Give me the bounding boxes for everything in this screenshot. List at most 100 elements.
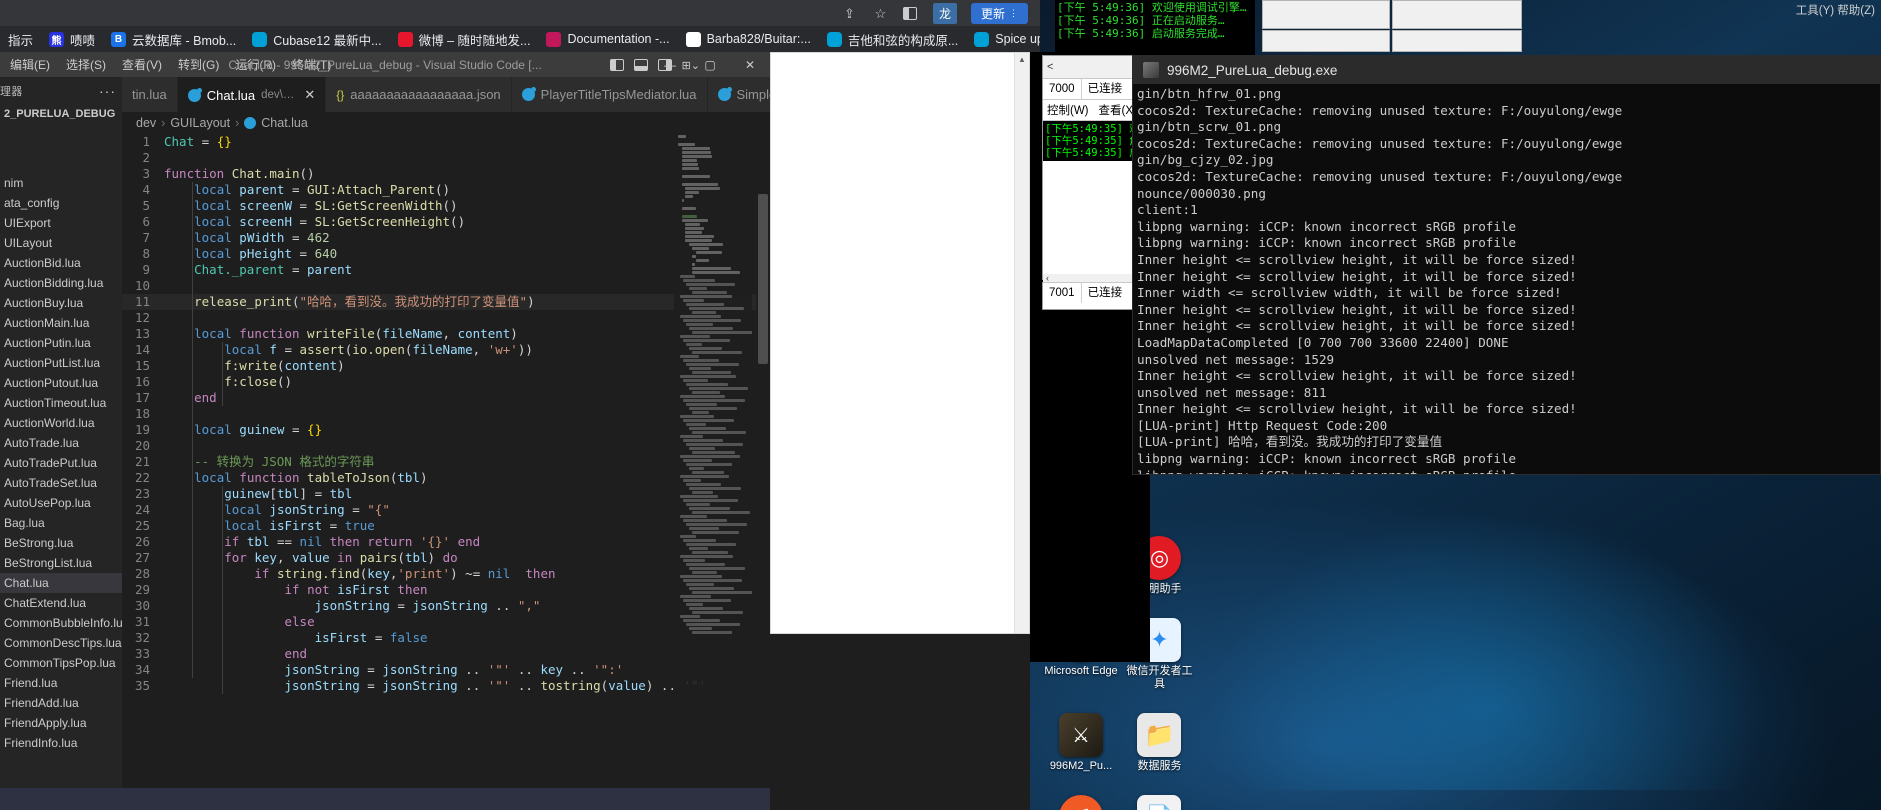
editor-tab[interactable]: Chat.lua dev\… ✕ — [177, 77, 327, 112]
explorer-file-item[interactable]: BeStrongList.lua — [0, 553, 122, 573]
editor-scrollbar[interactable] — [756, 134, 770, 810]
breadcrumb-item[interactable]: GUILayout — [170, 116, 230, 130]
explorer-file-item[interactable]: AutoTrade.lua — [0, 433, 122, 453]
code-line[interactable]: 17 end — [122, 390, 770, 406]
editor-tab[interactable]: {} aaaaaaaaaaaaaaaaa.json — [326, 77, 512, 112]
window-menu-tools-help[interactable]: 工具(Y) 帮助(Z) — [1796, 2, 1875, 18]
blank-app-window[interactable]: ▲ — [770, 52, 1030, 634]
explorer-file-item[interactable]: Friend.lua — [0, 673, 122, 693]
tab-port-7001[interactable]: 7001 — [1043, 283, 1082, 303]
code-line[interactable]: 33 end — [122, 646, 770, 662]
breadcrumb-item[interactable]: dev — [136, 116, 156, 130]
menu-item[interactable]: 选择(S) — [58, 53, 114, 76]
code-line[interactable]: 31 else — [122, 614, 770, 630]
explorer-file-item[interactable]: FriendInfo.lua — [0, 733, 122, 753]
exe-console-window[interactable]: 996M2_PureLua_debug.exe gin/btn_hfrw_01.… — [1132, 55, 1881, 475]
explorer-more-actions-icon[interactable]: ··· — [99, 83, 116, 99]
code-line[interactable]: 2 — [122, 150, 770, 166]
breadcrumb-item[interactable]: Chat.lua — [261, 116, 308, 130]
explorer-file-item[interactable]: CommonDescTips.lua — [0, 633, 122, 653]
editor-scroll-thumb[interactable] — [758, 194, 768, 364]
code-line[interactable]: 9 Chat._parent = parent — [122, 262, 770, 278]
explorer-file-item[interactable]: Bag.lua — [0, 513, 122, 533]
code-line[interactable]: 5 local screenW = SL:GetScreenWidth() — [122, 198, 770, 214]
code-line[interactable]: 19 local guinew = {} — [122, 422, 770, 438]
explorer-file-item[interactable]: ChatExtend.lua — [0, 593, 122, 613]
menu-item[interactable]: 运行(R) — [227, 53, 284, 76]
code-line[interactable]: 29 if not isFirst then — [122, 582, 770, 598]
code-line[interactable]: 26 if tbl == nil then return '{}' end — [122, 534, 770, 550]
desktop-icon-ximalaya[interactable]: 听 喜马拉雅听书 — [1044, 795, 1118, 810]
code-line[interactable]: 20 — [122, 438, 770, 454]
explorer-file-item[interactable]: Chat.lua — [0, 573, 122, 593]
minimize-button[interactable]: — — [650, 52, 690, 77]
star-icon[interactable]: ☆ — [872, 5, 889, 22]
code-line[interactable]: 30 jsonString = jsonString .. "," — [122, 598, 770, 614]
code-line[interactable]: 32 isFirst = false — [122, 630, 770, 646]
explorer-file-item[interactable]: AuctionWorld.lua — [0, 413, 122, 433]
share-icon[interactable]: ⇪ — [841, 5, 858, 22]
code-line[interactable]: 1 Chat = {} — [122, 134, 770, 150]
desktop-icon-data-service[interactable]: 📁 数据服务 — [1122, 713, 1196, 773]
bookmark-item[interactable]: 微博 – 随时随地发... — [390, 26, 539, 52]
scroll-up-arrow-icon[interactable]: ▲ — [1017, 55, 1027, 65]
bookmark-item[interactable]: Cubase12 最新中... — [244, 26, 389, 52]
explorer-file-item[interactable]: AuctionPutList.lua — [0, 353, 122, 373]
code-line[interactable]: 16 f:close() — [122, 374, 770, 390]
dragon-extension-button[interactable]: 龙 — [932, 2, 957, 24]
code-line[interactable]: 24 local jsonString = "{" — [122, 502, 770, 518]
code-line[interactable]: 25 local isFirst = true — [122, 518, 770, 534]
menu-item[interactable]: 转到(G) — [170, 53, 227, 76]
explorer-file-item[interactable]: AuctionPutout.lua — [0, 373, 122, 393]
editor-tab[interactable]: tin.lua — [122, 77, 178, 112]
close-button[interactable]: ✕ — [730, 52, 770, 77]
bookmark-item[interactable]: 吉他和弦的构成原... — [819, 26, 966, 52]
toggle-panel-icon[interactable] — [633, 58, 648, 71]
explorer-file-item[interactable]: AuctionPutin.lua — [0, 333, 122, 353]
code-line[interactable]: 3 function Chat.main() — [122, 166, 770, 182]
code-line[interactable]: 35 jsonString = jsonString .. '"' .. tos… — [122, 678, 770, 694]
explorer-file-item[interactable]: AuctionBid.lua — [0, 253, 122, 273]
code-line[interactable]: 7 local pWidth = 462 — [122, 230, 770, 246]
bookmark-item[interactable]: 指示 — [0, 26, 41, 52]
menu-item[interactable]: 编辑(E) — [2, 53, 58, 76]
explorer-file-item[interactable]: AuctionBuy.lua — [0, 293, 122, 313]
explorer-file-item[interactable]: AuctionTimeout.lua — [0, 393, 122, 413]
menu-item[interactable]: 查看(V) — [114, 53, 170, 76]
bookmark-item[interactable]: ◍ Barba828/Buitar:... — [678, 26, 819, 52]
code-line[interactable]: 34 jsonString = jsonString .. '"' .. key… — [122, 662, 770, 678]
explorer-file-item[interactable]: AuctionMain.lua — [0, 313, 122, 333]
explorer-file-item[interactable]: AuctionBidding.lua — [0, 273, 122, 293]
code-line[interactable]: 8 local pHeight = 640 — [122, 246, 770, 262]
editor-minimap[interactable] — [674, 134, 752, 810]
editor-tab[interactable]: PlayerTitleTipsMediator.lua — [511, 77, 708, 112]
editor-tab[interactable]: SimpleCon — [707, 77, 770, 112]
code-line[interactable]: 15 f:write(content) — [122, 358, 770, 374]
desktop-icon-996m2[interactable]: ⚔ 996M2_Pu... — [1044, 713, 1118, 773]
explorer-sidebar[interactable]: 理器 ··· 2_PURELUA_DEBUG nim ata_config UIEx… — [0, 77, 122, 810]
vscode-statusbar[interactable] — [0, 788, 770, 810]
menu-item[interactable]: 终端(T) — [284, 53, 339, 76]
bookmark-item[interactable]: Documentation -... — [538, 26, 677, 52]
bookmark-item[interactable]: 熊啧啧 — [41, 26, 103, 52]
explorer-file-item[interactable]: AutoUsePop.lua — [0, 493, 122, 513]
explorer-file-item[interactable]: AutoTradeSet.lua — [0, 473, 122, 493]
chevron-left-icon-2[interactable]: ‹ — [1046, 273, 1049, 283]
explorer-file-item[interactable]: FriendApply.lua — [0, 713, 122, 733]
explorer-root-folder[interactable]: 2_PURELUA_DEBUG — [0, 105, 122, 123]
code-line[interactable]: 6 local screenH = SL:GetScreenHeight() — [122, 214, 770, 230]
code-line[interactable]: 13 local function writeFile(fileName, co… — [122, 326, 770, 342]
code-line[interactable]: 10 — [122, 278, 770, 294]
close-tab-icon[interactable]: ✕ — [304, 87, 315, 103]
code-line[interactable]: 28 if string.find(key,'print') ~= nil th… — [122, 566, 770, 582]
window-scrollbar[interactable]: ▲ — [1014, 53, 1029, 633]
menu-control[interactable]: 控制(W) — [1047, 102, 1089, 118]
maximize-button[interactable]: ▢ — [690, 52, 730, 77]
code-line[interactable]: 18 — [122, 406, 770, 422]
code-line[interactable]: 22 local function tableToJson(tbl) — [122, 470, 770, 486]
code-lines[interactable]: 1 Chat = {} 2 3 function Chat.main() 4 local … — [122, 134, 770, 694]
code-editor[interactable]: 1 Chat = {} 2 3 function Chat.main() 4 local … — [122, 134, 770, 810]
bookmark-item[interactable]: Spice up Am - F -... — [966, 26, 1040, 52]
explorer-file-item[interactable]: UIExport — [0, 213, 122, 233]
explorer-file-item[interactable]: BeStrong.lua — [0, 533, 122, 553]
